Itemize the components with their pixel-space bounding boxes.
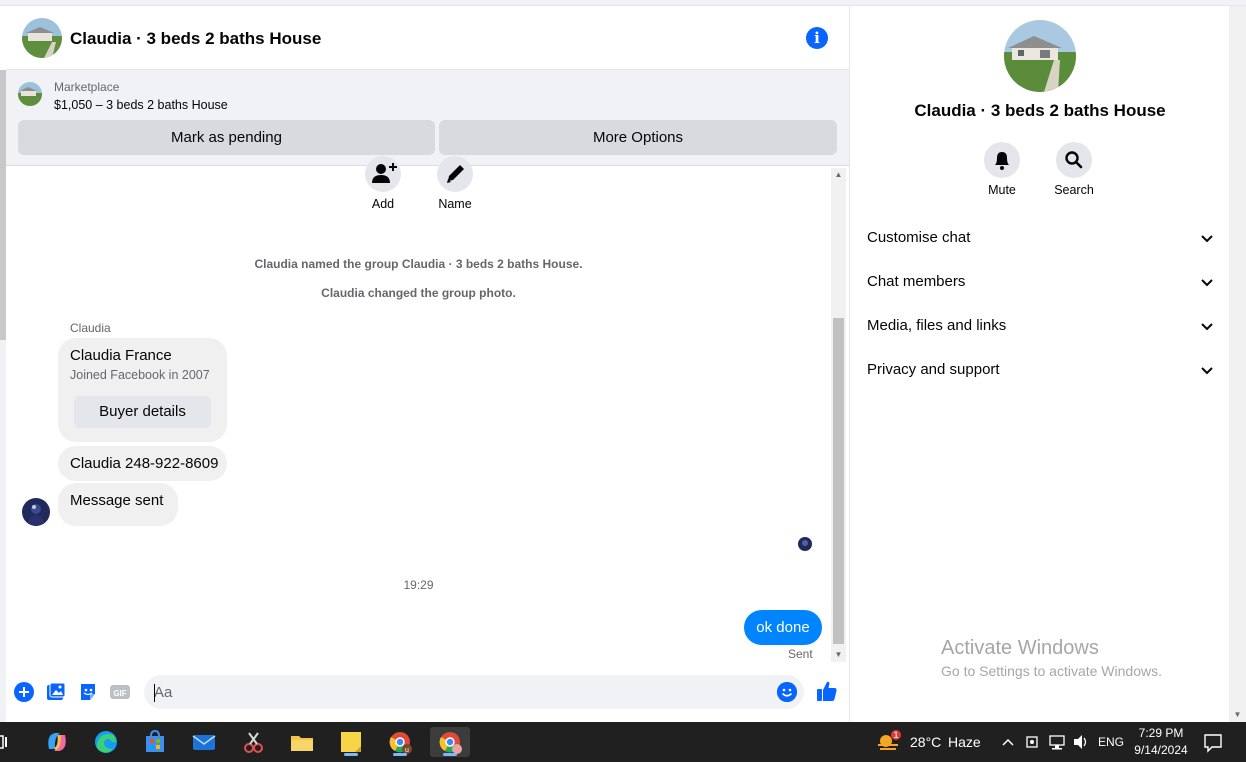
store-icon[interactable] <box>138 727 172 757</box>
add-people-button[interactable] <box>365 156 401 192</box>
panel-title: Claudia · 3 beds 2 baths House <box>914 101 1166 120</box>
message-timestamp: 19:29 <box>403 578 434 592</box>
chevron-down-icon <box>1201 367 1213 375</box>
composer: GIF <box>6 670 849 716</box>
plus-icon[interactable] <box>14 682 34 702</box>
message-scrollbar[interactable]: ▲ ▼ <box>831 168 846 662</box>
thumbs-up-icon[interactable] <box>815 679 839 703</box>
running-indicator <box>344 753 358 756</box>
mark-as-pending-button[interactable]: Mark as pending <box>18 120 435 155</box>
bell-icon <box>995 152 1009 170</box>
chrome-active-icon[interactable] <box>430 727 470 757</box>
marketplace-bar: Marketplace $1,050 – 3 beds 2 baths Hous… <box>6 70 849 166</box>
info-icon[interactable]: i <box>806 27 828 49</box>
text-caret <box>154 684 155 702</box>
chat-title[interactable]: Claudia · 3 beds 2 baths House <box>70 29 321 49</box>
network-icon[interactable] <box>1047 727 1067 757</box>
chevron-up-icon[interactable] <box>999 727 1017 757</box>
emoji-icon[interactable] <box>777 682 797 702</box>
chevron-down-icon <box>1201 323 1213 331</box>
weather-desc[interactable]: Haze <box>948 734 981 750</box>
weather-temp[interactable]: 28°C <box>910 734 941 750</box>
language-indicator[interactable]: ENG <box>1098 735 1124 749</box>
running-indicator <box>393 753 407 756</box>
snipping-tool-icon[interactable] <box>236 727 270 757</box>
page-scrollbar[interactable] <box>0 70 6 722</box>
media-files-links-section[interactable]: Media, files and links <box>858 306 1222 346</box>
sender-name: Claudia <box>70 321 111 335</box>
system-message: Claudia changed the group photo. <box>321 286 516 300</box>
watermark-subtitle: Go to Settings to activate Windows. <box>941 663 1162 679</box>
svg-text:GIF: GIF <box>113 689 126 698</box>
section-label: Chat members <box>867 273 966 290</box>
clock-date[interactable]: 9/14/2024 <box>1128 743 1194 757</box>
message-input[interactable] <box>144 675 804 709</box>
search-button[interactable] <box>1056 142 1092 178</box>
photo-icon[interactable] <box>46 682 66 702</box>
name-label: Name <box>438 197 472 211</box>
task-view-icon[interactable] <box>0 727 14 757</box>
notification-icon[interactable] <box>1202 727 1224 757</box>
message-scrollbar-thumb[interactable] <box>833 318 844 644</box>
sticker-icon[interactable] <box>78 682 98 702</box>
chat-members-section[interactable]: Chat members <box>858 262 1222 302</box>
chrome-profile-icon[interactable]: u <box>383 727 417 757</box>
sticky-notes-icon[interactable] <box>334 727 368 757</box>
volume-icon[interactable] <box>1071 727 1091 757</box>
scroll-up-arrow[interactable]: ▲ <box>831 168 846 182</box>
buyer-joined: Joined Facebook in 2007 <box>70 368 210 382</box>
meet-icon[interactable] <box>1024 727 1042 757</box>
gif-icon[interactable]: GIF <box>110 682 130 702</box>
copilot-icon[interactable] <box>40 727 74 757</box>
buyer-details-button[interactable]: Buyer details <box>74 396 211 428</box>
more-options-button[interactable]: More Options <box>439 120 837 155</box>
listing-thumbnail[interactable] <box>18 82 42 106</box>
scroll-down-arrow[interactable]: ▼ <box>1229 708 1246 722</box>
group-avatar[interactable] <box>22 18 62 58</box>
listing-title[interactable]: $1,050 – 3 beds 2 baths House <box>54 98 228 112</box>
system-message: Claudia named the group Claudia · 3 beds… <box>254 257 583 271</box>
weather-badge: 1 <box>893 730 899 740</box>
chat-header: Claudia · 3 beds 2 baths House i <box>6 6 849 70</box>
conversation-details-panel: Claudia · 3 beds 2 baths House Mute Sear… <box>849 6 1229 722</box>
add-label: Add <box>371 197 395 211</box>
pencil-icon <box>447 165 464 183</box>
chevron-down-icon <box>1201 235 1213 243</box>
sender-avatar[interactable] <box>22 498 50 526</box>
customise-chat-section[interactable]: Customise chat <box>858 218 1222 258</box>
section-label: Customise chat <box>867 229 971 246</box>
buyer-name: Claudia France <box>70 347 172 364</box>
mute-label: Mute <box>988 183 1016 197</box>
mail-icon[interactable] <box>187 727 221 757</box>
chevron-down-icon <box>1201 279 1213 287</box>
mute-button[interactable] <box>984 142 1020 178</box>
edge-icon[interactable] <box>89 727 123 757</box>
sent-status: Sent <box>788 647 813 661</box>
incoming-message[interactable]: Claudia 248-922-8609 <box>58 446 227 481</box>
section-label: Media, files and links <box>867 317 1007 334</box>
file-explorer-icon[interactable] <box>285 727 319 757</box>
outgoing-message[interactable]: ok done <box>744 610 822 645</box>
activate-windows-watermark: Activate Windows Go to Settings to activ… <box>941 637 1162 679</box>
read-receipt-avatar <box>798 537 812 551</box>
section-label: Privacy and support <box>867 361 1000 378</box>
add-person-icon <box>372 163 397 183</box>
search-label: Search <box>1054 183 1094 197</box>
clock-time[interactable]: 7:29 PM <box>1128 726 1194 740</box>
group-photo[interactable] <box>1004 20 1076 92</box>
incoming-message[interactable]: Message sent <box>58 483 178 526</box>
scroll-down-arrow[interactable]: ▼ <box>831 648 846 662</box>
search-icon <box>1065 151 1083 169</box>
name-group-button[interactable] <box>437 156 473 192</box>
buyer-card: Claudia France Joined Facebook in 2007 B… <box>58 338 227 442</box>
taskbar: u 1 28°C Haze ENG 7:29 PM 9/14/2024 <box>0 722 1246 762</box>
running-indicator <box>443 753 457 756</box>
privacy-support-section[interactable]: Privacy and support <box>858 350 1222 390</box>
window-scrollbar[interactable]: ▼ <box>1229 6 1246 722</box>
watermark-title: Activate Windows <box>941 637 1099 659</box>
marketplace-label: Marketplace <box>54 80 120 94</box>
